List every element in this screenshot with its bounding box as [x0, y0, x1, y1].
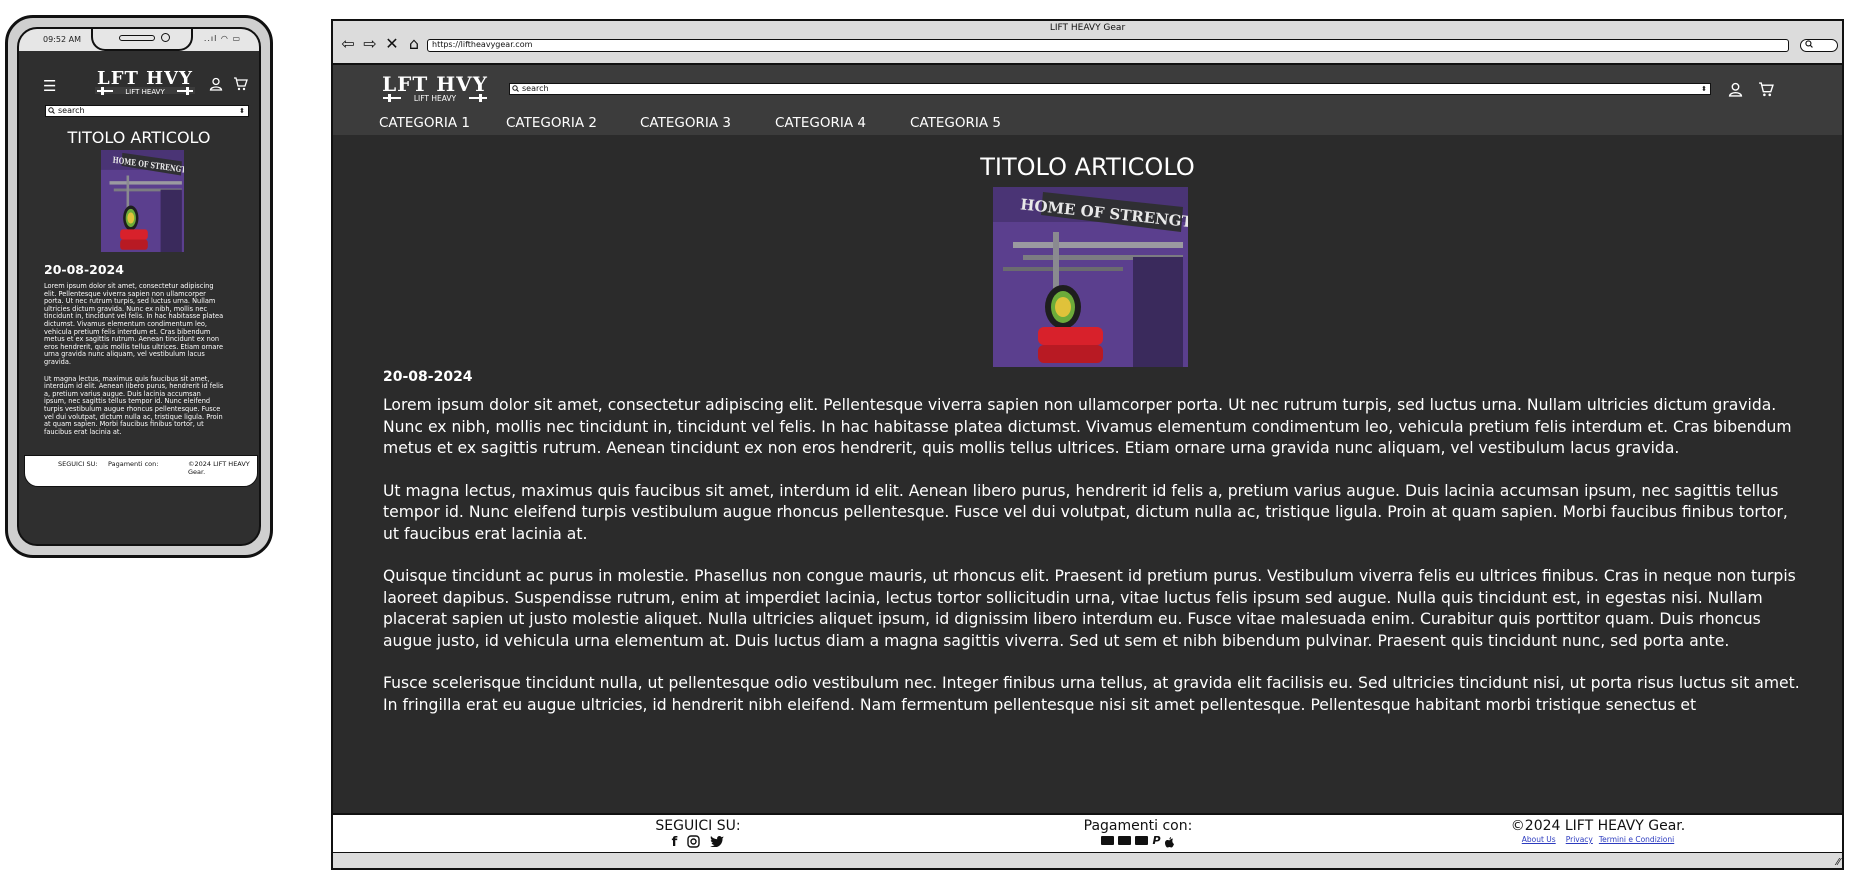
mobile-article-date: 20-08-2024 — [44, 262, 124, 277]
search-icon — [48, 107, 55, 117]
svg-text:LFT HVY: LFT HVY — [382, 74, 488, 96]
article-paragraph: Fusce scelerisque tincidunt nulla, ut pe… — [383, 674, 1800, 714]
nav-category-1[interactable]: CATEGORIA 1 — [379, 115, 506, 131]
footer-follow-label: SEGUICI SU: — [655, 818, 741, 834]
footer-payments: Pagamenti con: P — [1068, 819, 1208, 852]
nav-category-3[interactable]: CATEGORIA 3 — [640, 115, 775, 131]
mobile-article-title: TITOLO ARTICOLO — [67, 128, 211, 147]
facebook-icon[interactable]: f — [672, 835, 678, 852]
mobile-mockup: 09:52 AM ..ıl ◠ ▭ ☰ LFT HVY LIFT HEAVY s… — [5, 15, 273, 558]
logo-icon: LFT HVY LIFT HEAVY — [381, 72, 489, 103]
footer-legal: ©2024 LIFT HEAVY Gear. About Us Privacy … — [1483, 819, 1713, 844]
privacy-link[interactable]: Privacy — [1566, 835, 1593, 844]
url-bar[interactable]: https://liftheavygear.com — [427, 39, 1789, 52]
svg-text:LIFT HEAVY: LIFT HEAVY — [125, 88, 165, 96]
resize-grip-icon[interactable]: ⁄⁄ — [1837, 857, 1840, 868]
cart-icon[interactable] — [1758, 82, 1774, 101]
site-search-input[interactable]: search ⬍ — [509, 83, 1711, 95]
search-icon — [1805, 40, 1813, 48]
svg-text:LFT HVY: LFT HVY — [97, 69, 193, 89]
mobile-search-input[interactable]: search ⬍ — [45, 105, 249, 117]
article-content: TITOLO ARTICOLO HOME OF STRENGTH 20-08-2… — [333, 135, 1842, 803]
twitter-icon[interactable] — [710, 835, 724, 852]
home-icon[interactable]: ⌂ — [405, 34, 423, 53]
forward-icon[interactable]: ⇨ — [361, 34, 379, 53]
browser-status-bar: ⁄⁄ — [333, 852, 1842, 868]
user-icon[interactable] — [1728, 82, 1743, 101]
camera-icon — [161, 33, 170, 42]
window-title: LIFT HEAVY Gear — [1049, 23, 1126, 33]
footer-payments-label: Pagamenti con: — [1083, 818, 1193, 834]
article-paragraph: Quisque tincidunt ac purus in molestie. … — [383, 567, 1796, 650]
mobile-article-image: HOME OF STRENGTH — [101, 150, 192, 252]
desktop-browser-mockup: LIFT HEAVY Gear ⇦ ⇨ ✕ ⌂ https://liftheav… — [331, 19, 1844, 870]
footer-payments-label: Pagamenti con: — [108, 460, 159, 468]
apple-pay-icon — [1164, 836, 1175, 852]
paypal-icon: P — [1152, 834, 1161, 847]
article-title: TITOLO ARTICOLO — [980, 153, 1195, 181]
mobile-paragraph: Ut magna lectus, maximus quis faucibus s… — [44, 374, 224, 436]
footer-follow-label: SEGUICI SU: — [58, 460, 98, 468]
site-footer: SEGUICI SU: f Pagamenti con: P ©2024 LIF… — [333, 813, 1842, 855]
footer-copyright: ©2024 LIFT HEAVY Gear. — [188, 460, 250, 476]
visa-icon — [1118, 836, 1132, 845]
logo-icon: LFT HVY LIFT HEAVY — [95, 68, 195, 96]
cart-icon[interactable] — [233, 76, 248, 95]
dropdown-arrow-icon[interactable]: ⬍ — [239, 106, 245, 116]
footer-social: SEGUICI SU: f — [648, 819, 748, 852]
nav-category-2[interactable]: CATEGORIA 2 — [506, 115, 640, 131]
svg-text:LIFT HEAVY: LIFT HEAVY — [414, 94, 457, 103]
browser-nav-buttons: ⇦ ⇨ ✕ ⌂ — [339, 34, 423, 53]
generic-card-icon — [1101, 836, 1115, 845]
mobile-footer: SEGUICI SU: Pagamenti con: ©2024 LIFT HE… — [24, 455, 258, 487]
search-placeholder: search — [58, 106, 85, 115]
status-icons: ..ıl ◠ ▭ — [203, 34, 241, 43]
mobile-screen: 09:52 AM ..ıl ◠ ▭ ☰ LFT HVY LIFT HEAVY s… — [17, 27, 261, 546]
user-icon[interactable] — [209, 76, 223, 95]
phone-notch — [91, 29, 193, 51]
article-image: HOME OF STRENGTH — [993, 187, 1208, 367]
article-date: 20-08-2024 — [383, 369, 473, 385]
status-time: 09:52 AM — [43, 35, 81, 44]
terms-link[interactable]: Termini e Condizioni — [1599, 835, 1674, 844]
footer-copyright: ©2024 LIFT HEAVY Gear. — [1510, 818, 1686, 834]
hamburger-menu-icon[interactable]: ☰ — [43, 77, 56, 95]
browser-chrome: LIFT HEAVY Gear ⇦ ⇨ ✕ ⌂ https://liftheav… — [333, 21, 1842, 65]
search-placeholder: search — [522, 84, 549, 93]
browser-search-field[interactable] — [1800, 39, 1838, 52]
mobile-logo[interactable]: LFT HVY LIFT HEAVY — [93, 68, 197, 103]
about-us-link[interactable]: About Us — [1522, 835, 1556, 844]
close-icon[interactable]: ✕ — [383, 34, 401, 53]
category-nav: CATEGORIA 1 CATEGORIA 2 CATEGORIA 3 CATE… — [379, 115, 1040, 131]
site-header: LFT HVY LIFT HEAVY search ⬍ CATEGORIA 1 — [333, 65, 1842, 135]
article-body: Lorem ipsum dolor sit amet, consectetur … — [383, 395, 1803, 737]
dropdown-arrow-icon[interactable]: ⬍ — [1701, 84, 1707, 94]
article-paragraph: Lorem ipsum dolor sit amet, consectetur … — [383, 396, 1792, 457]
instagram-icon[interactable] — [687, 835, 701, 852]
nav-category-5[interactable]: CATEGORIA 5 — [910, 115, 1040, 131]
site-logo[interactable]: LFT HVY LIFT HEAVY — [379, 72, 491, 110]
speaker-icon — [119, 35, 155, 41]
mobile-article-body: Lorem ipsum dolor sit amet, consectetur … — [44, 282, 224, 445]
nav-category-4[interactable]: CATEGORIA 4 — [775, 115, 910, 131]
search-icon — [512, 85, 519, 95]
mastercard-icon — [1135, 836, 1149, 845]
back-icon[interactable]: ⇦ — [339, 34, 357, 53]
article-paragraph: Ut magna lectus, maximus quis faucibus s… — [383, 481, 1788, 543]
mobile-paragraph: Lorem ipsum dolor sit amet, consectetur … — [44, 282, 224, 366]
